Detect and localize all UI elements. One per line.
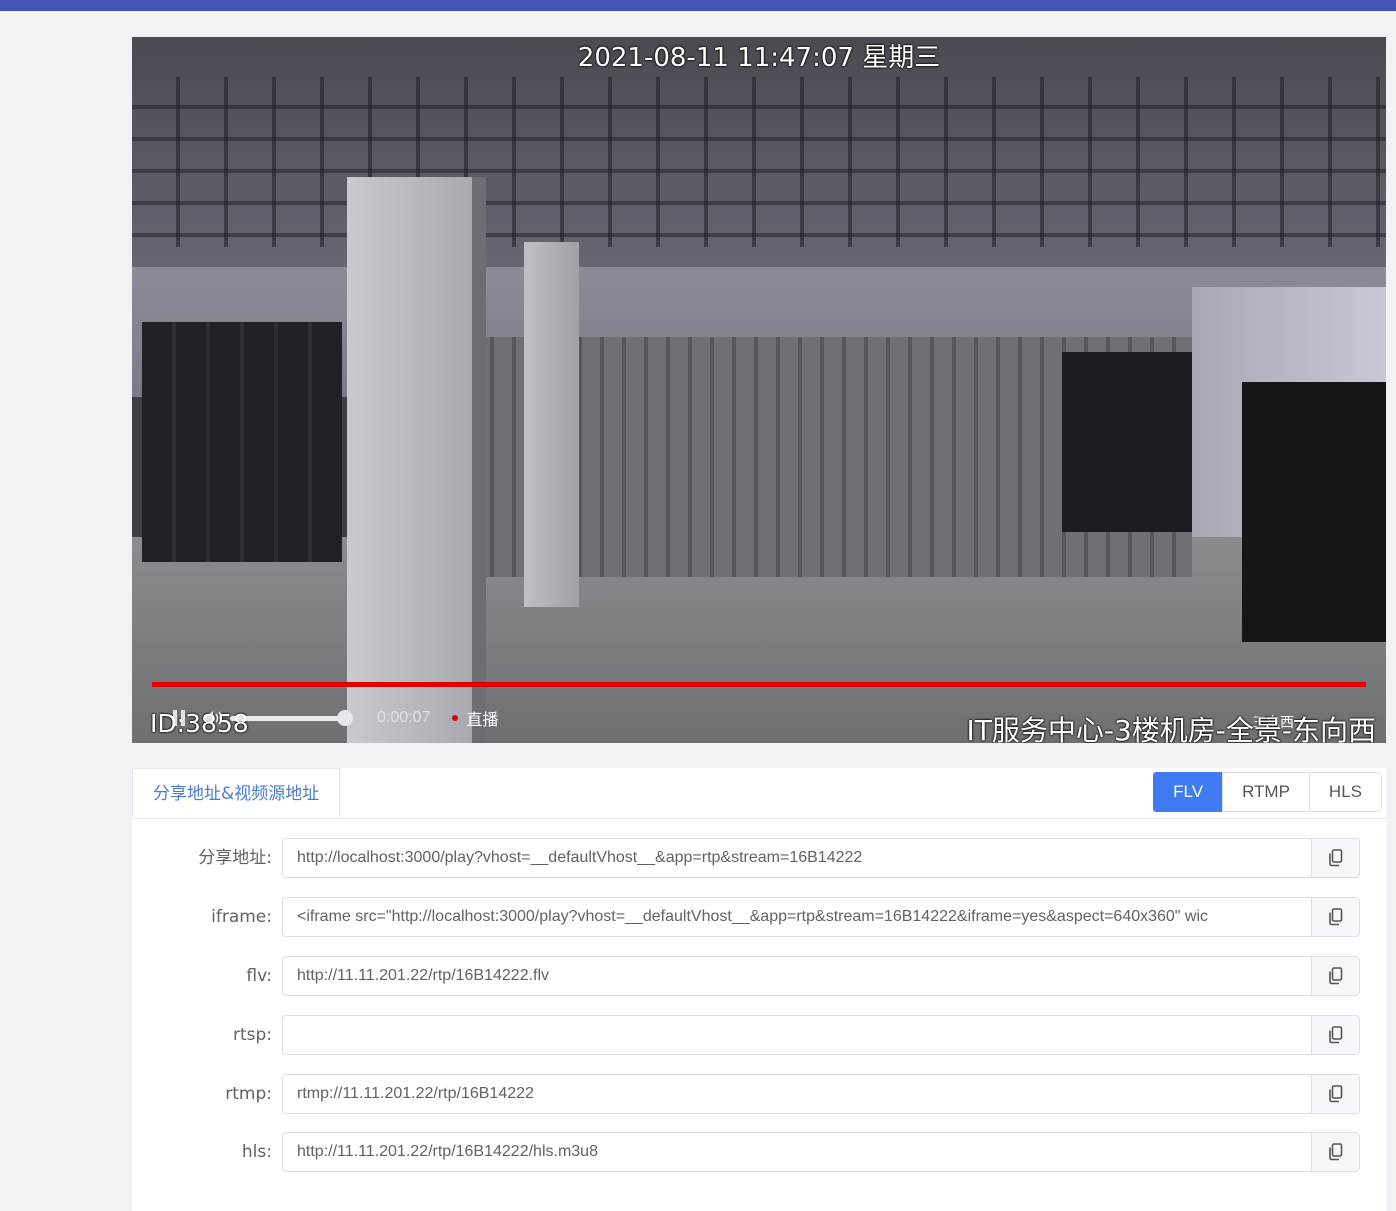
rtsp-url-input[interactable] — [282, 1015, 1312, 1055]
camera-frame — [132, 37, 1386, 743]
address-panel: 分享地址&视频源地址 FLV RTMP HLS 分享地址: http://loc… — [132, 768, 1386, 1211]
field-label: flv: — [246, 966, 272, 986]
pause-icon[interactable] — [172, 708, 190, 728]
field-row-rtsp: rtsp: — [132, 1015, 1386, 1055]
player-controls: 0:00:07 直播 — [172, 705, 498, 731]
live-label: 直播 — [466, 710, 499, 729]
format-rtmp-button[interactable]: RTMP — [1222, 772, 1310, 812]
copy-icon — [1328, 1085, 1342, 1103]
field-label: rtsp: — [232, 1025, 272, 1045]
flv-url-input[interactable]: http://11.11.201.22/rtp/16B14222.flv — [282, 956, 1312, 996]
copy-icon — [1328, 849, 1342, 867]
hls-url-input[interactable]: http://11.11.201.22/rtp/16B14222/hls.m3u… — [282, 1132, 1312, 1172]
progress-bar[interactable] — [152, 682, 1366, 687]
iframe-code-input[interactable]: <iframe src="http://localhost:3000/play?… — [282, 897, 1312, 937]
osd-location: IT服务中心-3楼机房-全景-东向西 — [966, 714, 1377, 743]
volume-slider[interactable] — [230, 709, 353, 726]
copy-button[interactable] — [1312, 838, 1360, 878]
field-label: hls: — [241, 1142, 272, 1162]
video-player[interactable]: 2021-08-11 11:47:07 星期三 ID:3858 0:00:07 … — [132, 37, 1386, 743]
field-row-share: 分享地址: http://localhost:3000/play?vhost=_… — [132, 838, 1386, 878]
copy-icon — [1328, 1026, 1342, 1044]
format-switcher: FLV RTMP HLS — [1153, 772, 1382, 812]
field-row-iframe: iframe: <iframe src="http://localhost:30… — [132, 897, 1386, 937]
copy-icon — [1328, 1143, 1342, 1161]
copy-button[interactable] — [1312, 1074, 1360, 1114]
copy-icon — [1328, 967, 1342, 985]
volume-icon[interactable] — [202, 708, 224, 728]
copy-button[interactable] — [1312, 1132, 1360, 1172]
field-row-rtmp: rtmp: rtmp://11.11.201.22/rtp/16B14222 — [132, 1074, 1386, 1114]
copy-button[interactable] — [1312, 897, 1360, 937]
field-row-hls: hls: http://11.11.201.22/rtp/16B14222/hl… — [132, 1132, 1386, 1172]
rtmp-url-input[interactable]: rtmp://11.11.201.22/rtp/16B14222 — [282, 1074, 1312, 1114]
field-label: iframe: — [211, 907, 272, 927]
copy-button[interactable] — [1312, 1015, 1360, 1055]
share-url-input[interactable]: http://localhost:3000/play?vhost=__defau… — [282, 838, 1312, 878]
copy-icon — [1328, 908, 1342, 926]
tab-share-address[interactable]: 分享地址&视频源地址 — [132, 768, 341, 818]
format-hls-button[interactable]: HLS — [1308, 772, 1382, 812]
field-label: 分享地址: — [198, 848, 272, 868]
current-time: 0:00:07 — [377, 709, 431, 726]
volume-slider-handle[interactable] — [337, 709, 353, 726]
tab-bar: 分享地址&视频源地址 FLV RTMP HLS — [132, 768, 1386, 819]
osd-datetime: 2021-08-11 11:47:07 星期三 — [577, 43, 941, 73]
copy-button[interactable] — [1312, 956, 1360, 996]
format-flv-button[interactable]: FLV — [1153, 772, 1224, 812]
top-header-bar — [0, 0, 1396, 11]
field-label: rtmp: — [225, 1084, 272, 1104]
field-row-flv: flv: http://11.11.201.22/rtp/16B14222.fl… — [132, 956, 1386, 996]
live-indicator-dot — [452, 715, 459, 721]
